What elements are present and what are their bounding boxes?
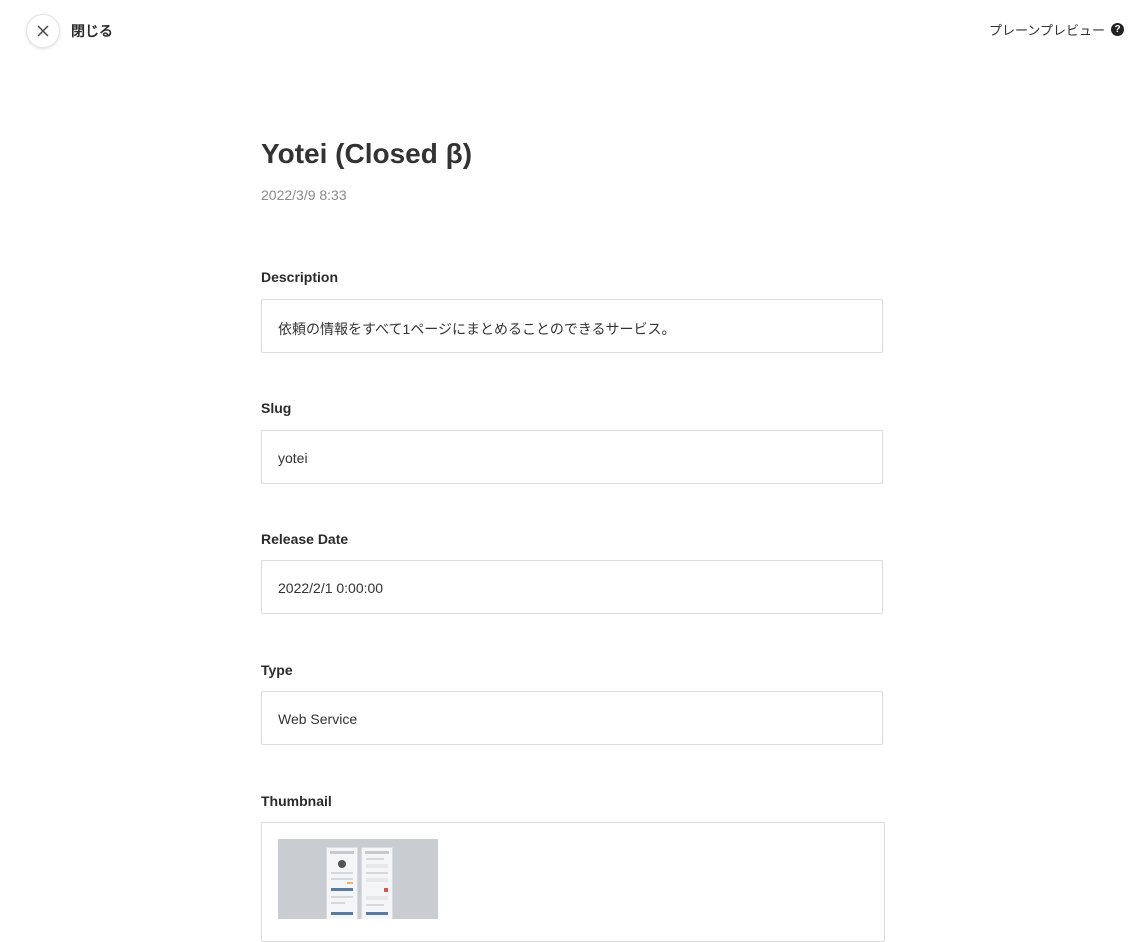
description-field[interactable]: 依頼の情報をすべて1ページにまとめることのできるサービス。 — [261, 299, 883, 353]
plain-preview-label: プレーンプレビュー — [989, 23, 1105, 38]
slug-field[interactable]: yotei — [261, 430, 883, 484]
slug-value: yotei — [278, 450, 308, 466]
help-icon[interactable]: ? — [1111, 23, 1124, 36]
close-button[interactable] — [26, 14, 60, 48]
page-title: Yotei (Closed β) — [261, 138, 473, 169]
phone-mock-left — [330, 851, 354, 915]
close-label[interactable]: 閉じる — [71, 21, 113, 41]
release-date-label: Release Date — [261, 531, 349, 547]
slug-label: Slug — [261, 400, 292, 416]
plain-preview-link[interactable]: プレーンプレビュー ? — [989, 20, 1124, 39]
thumbnail-phone-left — [326, 847, 358, 919]
phone-mock-right — [365, 851, 389, 915]
description-value: 依頼の情報をすべて1ページにまとめることのできるサービス。 — [278, 321, 676, 337]
type-label: Type — [261, 662, 293, 678]
release-date-value: 2022/2/1 0:00:00 — [278, 580, 384, 596]
thumbnail-image[interactable] — [278, 839, 438, 919]
top-bar: 閉じる プレーンプレビュー ? — [0, 0, 1144, 60]
type-value: Web Service — [278, 711, 358, 727]
page-date: 2022/3/9 8:33 — [261, 187, 347, 203]
thumbnail-phone-right — [361, 847, 393, 919]
thumbnail-label: Thumbnail — [261, 793, 332, 809]
close-icon — [37, 25, 49, 37]
release-date-field[interactable]: 2022/2/1 0:00:00 — [261, 560, 883, 614]
type-field[interactable]: Web Service — [261, 691, 883, 745]
thumbnail-field[interactable] — [261, 822, 885, 942]
description-label: Description — [261, 269, 339, 285]
